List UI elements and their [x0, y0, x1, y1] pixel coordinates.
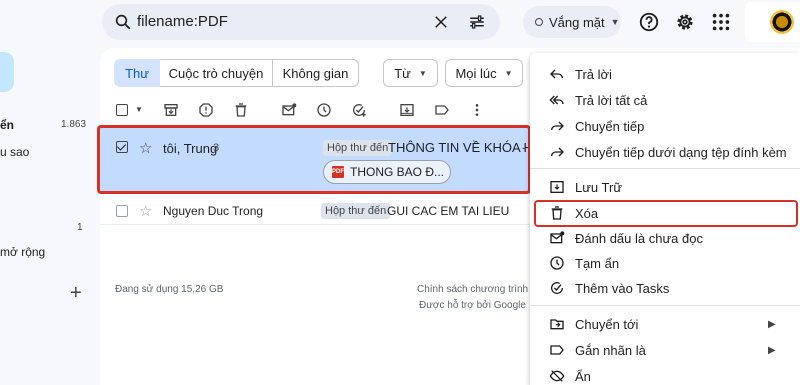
- move-to-icon: [550, 319, 564, 330]
- label-icon: [550, 345, 564, 355]
- powered-by-text: Được hỗ trợ bởi Google: [419, 300, 526, 311]
- menu-item-move-to[interactable]: Chuyển tới ▶: [530, 313, 800, 335]
- menu-item-label: Trả lời: [575, 66, 612, 82]
- menu-item-archive[interactable]: Lưu Trữ: [530, 176, 800, 198]
- add-label-button[interactable]: +: [70, 282, 82, 305]
- more-vert-icon[interactable]: [469, 102, 485, 118]
- search-bar[interactable]: filename:PDF: [102, 4, 500, 40]
- archive-icon: [550, 181, 564, 193]
- menu-item-label: Lưu Trữ: [575, 179, 623, 195]
- menu-item-add-task[interactable]: Thêm vào Tasks: [530, 277, 800, 299]
- avatar[interactable]: [770, 10, 794, 34]
- menu-item-label: Đánh dấu là chưa đọc: [575, 230, 703, 246]
- help-icon[interactable]: [638, 11, 660, 33]
- label-icon[interactable]: [434, 102, 450, 118]
- apps-grid-icon[interactable]: [710, 11, 732, 33]
- mark-unread-icon[interactable]: [281, 102, 297, 118]
- menu-item-forward[interactable]: Chuyển tiếp: [530, 115, 800, 137]
- menu-item-label: Gắn nhãn là: [575, 342, 646, 358]
- add-task-icon: [551, 282, 564, 294]
- sidebar-item-count: 1: [77, 222, 83, 233]
- time-filter-label: Mọi lúc: [455, 65, 497, 81]
- tab-messages[interactable]: Thư: [114, 59, 160, 87]
- reply-all-icon: [549, 95, 564, 105]
- sidebar-item-label[interactable]: ển: [0, 118, 14, 132]
- forward-attachment-icon: [551, 147, 564, 157]
- chevron-right-icon: ▶: [768, 344, 776, 356]
- menu-item-label: Chuyển tới: [575, 316, 639, 332]
- mute-icon: [549, 370, 565, 382]
- highlight-box: [97, 125, 531, 194]
- reply-icon: [550, 69, 563, 79]
- menu-item-reply[interactable]: Trả lời: [530, 63, 800, 85]
- time-filter-dropdown[interactable]: Mọi lúc: [445, 59, 523, 87]
- close-icon[interactable]: [432, 13, 450, 31]
- row-checkbox[interactable]: [116, 205, 128, 217]
- mark-unread-icon: [550, 231, 565, 244]
- menu-divider: [530, 305, 800, 306]
- menu-item-label-as[interactable]: Gắn nhãn là ▶: [530, 339, 800, 361]
- menu-item-label: Ẩn: [575, 368, 591, 384]
- sidebar-item-count: 1.863: [61, 119, 87, 130]
- from-filter-label: Từ: [394, 65, 411, 81]
- status-ring-icon: [535, 18, 543, 26]
- report-spam-icon[interactable]: [198, 102, 214, 118]
- sidebar-item-label[interactable]: mở rộng: [0, 245, 45, 259]
- menu-item-mark-unread[interactable]: Đánh dấu là chưa đọc: [530, 227, 800, 249]
- sidebar-item-label[interactable]: u sao: [0, 145, 29, 159]
- menu-item-snooze[interactable]: Tạm ẩn: [530, 252, 800, 274]
- chevron-down-icon[interactable]: ▼: [135, 105, 143, 114]
- row-divider: [100, 224, 530, 225]
- inbox-label-badge: Hộp thư đến: [321, 203, 391, 219]
- search-input[interactable]: filename:PDF: [137, 13, 228, 30]
- add-task-icon[interactable]: [351, 102, 367, 118]
- star-icon[interactable]: ☆: [139, 202, 152, 220]
- search-type-tabs: Thư Cuộc trò chuyện Không gian: [114, 59, 359, 87]
- menu-item-mute[interactable]: Ẩn: [530, 365, 800, 385]
- snooze-icon: [550, 256, 564, 270]
- snooze-icon[interactable]: [316, 102, 332, 118]
- chevron-down-icon: ▼: [610, 17, 620, 27]
- email-subject: GUI CAC EM TAI LIEU: [387, 204, 510, 218]
- tab-conversations[interactable]: Cuộc trò chuyện: [160, 59, 273, 87]
- menu-item-label: Thêm vào Tasks: [575, 280, 670, 296]
- select-all-checkbox[interactable]: [116, 104, 128, 116]
- menu-item-label: Chuyển tiếp dưới dạng tệp đính kèm: [575, 144, 787, 160]
- compose-button-edge[interactable]: [0, 52, 14, 92]
- menu-item-label: Tạm ẩn: [575, 255, 620, 271]
- search-icon[interactable]: [114, 13, 132, 31]
- gear-icon[interactable]: [674, 11, 696, 33]
- menu-item-label: Chuyển tiếp: [575, 118, 645, 134]
- chevron-right-icon: ▶: [768, 318, 776, 330]
- menu-item-reply-all[interactable]: Trả lời tất cả: [530, 89, 800, 111]
- menu-item-label: Trả lời tất cả: [575, 92, 648, 108]
- forward-icon: [551, 121, 564, 131]
- status-button[interactable]: Vắng mặt ▼: [523, 6, 621, 38]
- menu-item-forward-attachment[interactable]: Chuyển tiếp dưới dạng tệp đính kèm: [530, 141, 800, 163]
- tab-spaces[interactable]: Không gian: [273, 59, 359, 87]
- move-to-icon[interactable]: [399, 102, 415, 118]
- from-filter-dropdown[interactable]: Từ: [383, 59, 438, 87]
- storage-usage[interactable]: Đang sử dụng 15,26 GB: [115, 284, 223, 295]
- highlight-box: [534, 200, 798, 227]
- search-options-icon[interactable]: [468, 13, 486, 31]
- status-label: Vắng mặt: [549, 14, 605, 30]
- trash-icon[interactable]: [233, 102, 249, 118]
- email-sender: Nguyen Duc Trong: [163, 204, 264, 218]
- archive-icon[interactable]: [163, 102, 179, 118]
- menu-divider: [530, 168, 800, 169]
- program-policy-link[interactable]: Chính sách chương trình: [417, 284, 528, 295]
